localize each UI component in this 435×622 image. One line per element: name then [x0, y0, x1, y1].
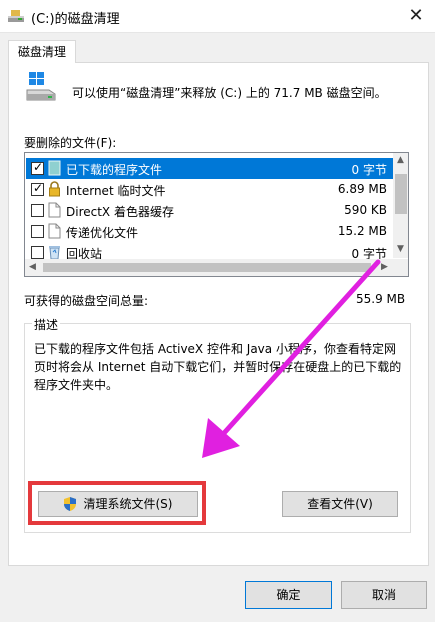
- checkbox[interactable]: [31, 225, 44, 238]
- recycle-bin-icon: [49, 246, 60, 260]
- horizontal-scroll-thumb[interactable]: [43, 263, 371, 272]
- file-name: 已下载的程序文件: [66, 163, 163, 177]
- file-size: 590 KB: [344, 203, 387, 217]
- files-to-delete-label: 要删除的文件(F):: [24, 136, 117, 150]
- list-item[interactable]: 传递优化文件 15.2 MB: [26, 221, 393, 242]
- window-title: (C:)的磁盘清理: [31, 12, 120, 27]
- list-item[interactable]: ✓ 已下载的程序文件 0 字节: [26, 158, 393, 179]
- file-size: 15.2 MB: [337, 224, 387, 238]
- drive-icon: [26, 72, 56, 101]
- file-name: Internet 临时文件: [66, 184, 166, 198]
- scroll-up-icon[interactable]: ▲: [393, 155, 408, 165]
- vertical-scroll-thumb[interactable]: [395, 174, 407, 214]
- scrollbar-corner: [393, 259, 408, 276]
- tab-disk-cleanup[interactable]: 磁盘清理: [8, 40, 76, 63]
- file-size: 0 字节: [351, 163, 387, 177]
- checkbox[interactable]: ✓: [31, 181, 44, 196]
- file-size: 6.89 MB: [337, 182, 387, 196]
- cancel-button[interactable]: 取消: [341, 581, 427, 609]
- file-name: 传递优化文件: [66, 226, 139, 240]
- list-item[interactable]: ✓ Internet 临时文件 6.89 MB: [26, 179, 393, 200]
- lock-icon: [49, 181, 60, 197]
- view-files-button[interactable]: 查看文件(V): [282, 491, 398, 517]
- highlight-box: [28, 481, 206, 525]
- scroll-down-icon[interactable]: ▼: [393, 244, 408, 254]
- close-button[interactable]: ✕: [403, 4, 429, 28]
- scroll-left-icon[interactable]: ◀: [25, 262, 40, 272]
- list-item[interactable]: DirectX 着色器缓存 590 KB: [26, 200, 393, 221]
- folder-icon: [48, 160, 61, 176]
- total-space-value: 55.9 MB: [356, 292, 406, 306]
- total-space-label: 可获得的磁盘空间总量:: [24, 294, 149, 308]
- description-text: 已下载的程序文件包括 ActiveX 控件和 Java 小程序，你查看特定网页时…: [34, 342, 402, 392]
- disk-cleanup-app-icon: [8, 10, 24, 22]
- file-icon: [48, 202, 61, 218]
- ok-button[interactable]: 确定: [245, 581, 332, 609]
- checkbox[interactable]: [31, 246, 44, 259]
- file-name: DirectX 着色器缓存: [66, 205, 174, 219]
- scroll-right-icon[interactable]: ▶: [377, 262, 392, 272]
- file-icon: [48, 223, 61, 239]
- checkbox[interactable]: [31, 204, 44, 217]
- description-title: 描述: [32, 316, 61, 333]
- summary-text: 可以使用“磁盘清理”来释放 (C:) 上的 71.7 MB 磁盘空间。: [72, 86, 387, 100]
- checkbox[interactable]: ✓: [31, 160, 44, 175]
